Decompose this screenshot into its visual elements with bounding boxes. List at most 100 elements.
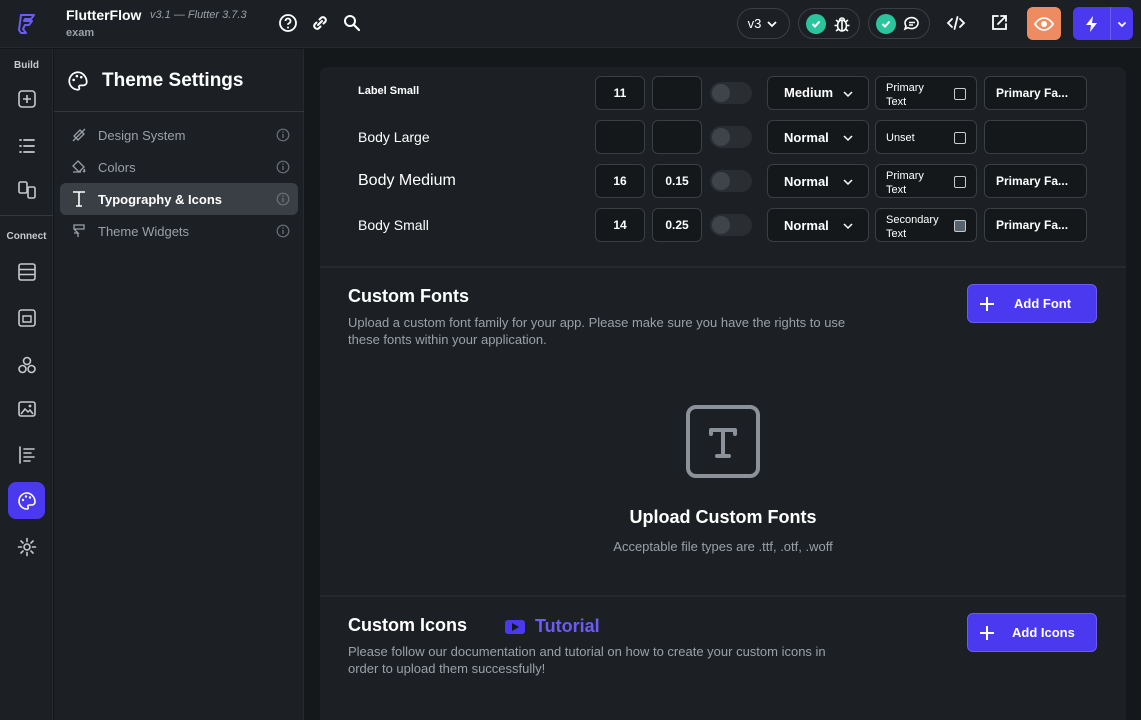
debug-status-pill[interactable] <box>798 8 860 39</box>
api-calls-icon[interactable] <box>8 346 45 383</box>
type-row-body-medium: Body Medium 16 0.15 Normal Primary Text … <box>320 160 1126 200</box>
text-color-select[interactable]: Unset <box>875 120 977 154</box>
custom-icons-description: Please follow our documentation and tuto… <box>348 644 826 676</box>
font-weight-value: Normal <box>784 173 829 189</box>
custom-fonts-description: Upload a custom font family for your app… <box>348 315 846 347</box>
letter-spacing-input[interactable] <box>652 120 702 154</box>
info-icon[interactable] <box>268 224 298 238</box>
font-size-input[interactable]: 14 <box>595 208 645 242</box>
add-page-icon[interactable] <box>8 80 45 117</box>
add-icons-button[interactable]: Add Icons <box>967 613 1097 652</box>
font-family-select[interactable]: Primary Fa... <box>984 208 1087 242</box>
main-content: Label Small 11 Medium Primary Text Prima… <box>305 49 1141 720</box>
custom-fonts-title: Custom Fonts <box>348 286 469 306</box>
nav-item-design-system[interactable]: Design System <box>60 119 298 151</box>
settings-gear-icon[interactable] <box>8 528 45 565</box>
add-font-label: Add Font <box>1014 296 1072 311</box>
type-row-body-large: Body Large Normal Unset <box>320 116 1126 156</box>
nav-item-label: Typography & Icons <box>98 191 222 207</box>
paint-bucket-icon <box>60 159 98 175</box>
app-state-icon[interactable] <box>8 299 45 336</box>
project-name: exam <box>66 27 95 39</box>
text-color-select[interactable]: Primary Text <box>875 164 977 198</box>
chevron-down-icon <box>843 179 853 186</box>
nav-item-theme-widgets[interactable]: Theme Widgets <box>60 215 298 247</box>
nav-item-label: Colors <box>98 159 136 175</box>
color-swatch <box>954 176 966 188</box>
type-row-label-small: Label Small 11 Medium Primary Text Prima… <box>320 72 1126 112</box>
widget-tree-icon[interactable] <box>8 127 45 164</box>
typography-card: Label Small 11 Medium Primary Text Prima… <box>320 67 1126 720</box>
flutterflow-logo-icon[interactable] <box>10 8 44 40</box>
version-select[interactable]: v3 <box>737 8 790 39</box>
font-family-select[interactable] <box>984 120 1087 154</box>
theme-settings-icon[interactable] <box>8 482 45 519</box>
nav-item-colors[interactable]: Colors <box>60 151 298 183</box>
code-icon[interactable] <box>945 12 967 34</box>
preview-button[interactable] <box>1027 7 1061 40</box>
font-size-input[interactable]: 16 <box>595 164 645 198</box>
letter-spacing-input[interactable]: 0.25 <box>652 208 702 242</box>
plus-icon <box>968 296 1006 312</box>
font-weight-select[interactable]: Medium <box>767 76 869 110</box>
chat-icon <box>903 16 920 30</box>
text-color-value: Primary Text <box>886 82 924 108</box>
app-root: FlutterFlow v3.1 — Flutter 3.7.3 exam v3 <box>0 0 1141 720</box>
open-external-icon[interactable] <box>988 12 1010 34</box>
tutorial-label: Tutorial <box>535 616 600 636</box>
letter-spacing-input[interactable]: 0.15 <box>652 164 702 198</box>
info-icon[interactable] <box>268 192 298 206</box>
italic-toggle[interactable] <box>710 82 752 104</box>
lightning-icon[interactable] <box>1073 7 1111 40</box>
font-size-input[interactable] <box>595 120 645 154</box>
type-style-name: Body Medium <box>358 172 456 189</box>
custom-code-icon[interactable] <box>8 436 45 473</box>
font-upload-icon[interactable] <box>686 405 760 478</box>
tutorial-link[interactable]: Tutorial <box>505 616 600 637</box>
font-weight-select[interactable]: Normal <box>767 208 869 242</box>
rail-label-build: Build <box>14 60 39 71</box>
chevron-down-icon[interactable] <box>1111 7 1133 40</box>
type-row-body-small: Body Small 14 0.25 Normal Secondary Text… <box>320 204 1126 244</box>
letter-spacing-input[interactable] <box>652 76 702 110</box>
chevron-down-icon <box>843 223 853 230</box>
toggle-knob <box>712 216 730 234</box>
version-select-value: v3 <box>747 16 762 31</box>
help-icon[interactable] <box>277 12 299 34</box>
text-color-select[interactable]: Secondary Text <box>875 208 977 242</box>
text-color-value: Secondary Text <box>886 214 939 240</box>
run-button[interactable] <box>1073 7 1133 40</box>
custom-icons-title: Custom Icons <box>348 615 468 635</box>
info-icon[interactable] <box>268 128 298 142</box>
storyboard-icon[interactable] <box>8 171 45 208</box>
italic-toggle[interactable] <box>710 126 752 148</box>
font-family-select[interactable]: Primary Fa... <box>984 76 1087 110</box>
font-weight-select[interactable]: Normal <box>767 164 869 198</box>
add-icons-label: Add Icons <box>1012 625 1075 640</box>
text-color-value: Primary Text <box>886 170 924 196</box>
theme-settings-panel: Theme Settings Design System Colors Typo… <box>54 49 304 720</box>
search-icon[interactable] <box>341 12 363 34</box>
font-weight-value: Normal <box>784 129 829 145</box>
font-family-select[interactable]: Primary Fa... <box>984 164 1087 198</box>
text-color-select[interactable]: Primary Text <box>875 76 977 110</box>
bug-icon <box>834 16 850 32</box>
data-schema-icon[interactable] <box>8 253 45 290</box>
media-assets-icon[interactable] <box>8 390 45 427</box>
link-icon[interactable] <box>309 12 331 34</box>
italic-toggle[interactable] <box>710 214 752 236</box>
info-icon[interactable] <box>268 160 298 174</box>
font-weight-select[interactable]: Normal <box>767 120 869 154</box>
toggle-knob <box>712 128 730 146</box>
panel-header: Theme Settings <box>54 49 304 112</box>
ruler-pencil-icon <box>60 127 98 143</box>
font-size-input[interactable]: 11 <box>595 76 645 110</box>
nav-item-typography-icons[interactable]: Typography & Icons <box>60 183 298 215</box>
add-font-button[interactable]: Add Font <box>967 284 1097 323</box>
youtube-icon <box>505 619 525 634</box>
nav-item-label: Design System <box>98 127 186 143</box>
italic-toggle[interactable] <box>710 170 752 192</box>
nav-item-label: Theme Widgets <box>98 223 190 239</box>
comments-status-pill[interactable] <box>868 8 930 39</box>
type-style-name: Body Large <box>358 129 430 145</box>
